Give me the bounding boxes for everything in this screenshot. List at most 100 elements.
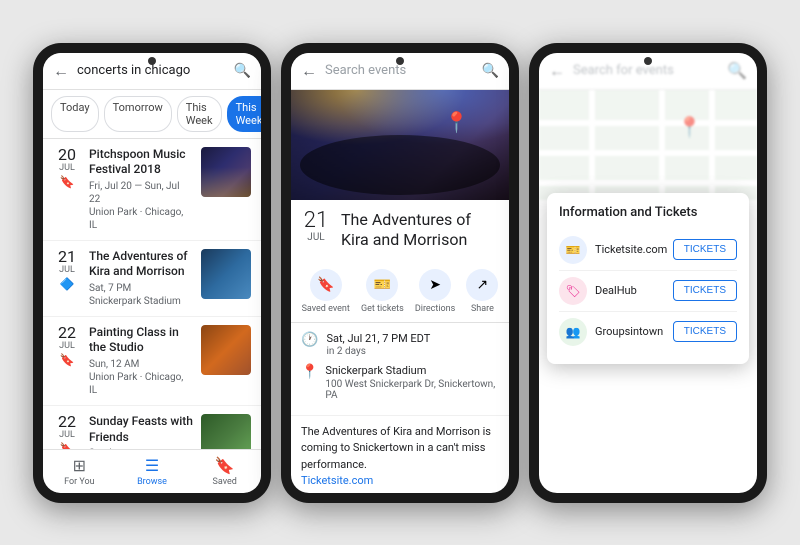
save-event-button[interactable]: 🔖 Saved event (302, 269, 350, 314)
filter-this-weekend[interactable]: This Weekend (227, 96, 261, 132)
nav-saved[interactable]: 🔖 Saved (188, 456, 261, 487)
directions-label: Directions (415, 304, 455, 314)
map-pin-icon: 📍 (444, 110, 469, 134)
map-road (539, 150, 757, 156)
action-buttons: 🔖 Saved event 🎫 Get tickets ➤ Directions… (291, 261, 509, 323)
event-date: 22 JUL 🔖 (53, 325, 81, 367)
back-arrow-icon[interactable]: ← (53, 61, 69, 81)
filter-this-week[interactable]: This Week (177, 96, 222, 132)
get-tickets-label: Get tickets (361, 304, 404, 314)
phone-3-screen: ← Search for events 🔍 📍 2 (539, 53, 757, 493)
event-subtitle: Sat, 7 PMSnickerpark Stadium (89, 282, 193, 308)
ticket-site-name: Ticketsite.com (595, 243, 673, 256)
venue-address: 100 West Snickerpark Dr, Snickertown, PA (325, 379, 499, 401)
month-label: JUL (53, 430, 81, 440)
map-pin-icon: 📍 (677, 115, 702, 139)
phone-2-screen: ← Search events 🔍 (291, 53, 509, 493)
search-bar-2: ← Search events 🔍 (291, 53, 509, 90)
for-you-icon: ⊞ (73, 456, 86, 475)
ticket-site-name: DealHub (595, 284, 673, 297)
bg-search-text: Search for events (573, 63, 727, 78)
directions-icon: ➤ (419, 269, 451, 301)
ticket-row[interactable]: 🎫 Ticketsite.com TICKETS (559, 230, 737, 271)
filter-today[interactable]: Today (51, 96, 99, 132)
bg-search-icon: 🔍 (727, 61, 747, 80)
list-item[interactable]: 21 JUL 🔷 The Adventures of Kira and Morr… (43, 241, 261, 317)
day-number: 22 (53, 414, 81, 430)
list-item[interactable]: 22 JUL 🔖 Painting Class in the Studio Su… (43, 317, 261, 406)
event-title: Sunday Feasts with Friends (89, 414, 193, 445)
get-tickets-icon: 🎫 (366, 269, 398, 301)
tickets-popup: Information and Tickets 🎫 Ticketsite.com… (547, 193, 749, 364)
back-arrow-icon[interactable]: ← (301, 61, 317, 81)
phones-container: ← concerts in chicago 🔍 Today Tomorrow T… (13, 23, 787, 523)
map-road-v (659, 90, 665, 200)
nav-label: Browse (137, 477, 167, 487)
event-thumbnail (201, 325, 251, 375)
dealhub-icon: 🏷 (565, 284, 580, 298)
nav-browse[interactable]: ☰ Browse (116, 456, 189, 487)
nav-label: Saved (213, 477, 237, 487)
groupsintown-button[interactable]: TICKETS (673, 321, 737, 342)
search-placeholder[interactable]: Search events (325, 63, 482, 78)
ticket-row[interactable]: 🏷 DealHub TICKETS (559, 271, 737, 312)
bottom-nav: ⊞ For You ☰ Browse 🔖 Saved (43, 449, 261, 493)
list-item[interactable]: 20 JUL 🔖 Pitchspoon Music Festival 2018 … (43, 139, 261, 241)
event-title: The Adventures of Kira and Morrison (89, 249, 193, 280)
event-day: 21 (301, 210, 331, 232)
event-hero-image: 📍 (291, 90, 509, 200)
dealhub-button[interactable]: TICKETS (673, 280, 737, 301)
filter-tabs: Today Tomorrow This Week This Weekend (43, 90, 261, 139)
event-date: 20 JUL 🔖 (53, 147, 81, 189)
event-datetime-section: 🕐 Sat, Jul 21, 7 PM EDT in 2 days 📍 Snic… (291, 323, 509, 416)
month-label: JUL (53, 163, 81, 173)
browse-icon: ☰ (145, 456, 159, 475)
search-icon[interactable]: 🔍 (482, 63, 499, 79)
share-label: Share (471, 304, 494, 314)
get-tickets-button[interactable]: 🎫 Get tickets (361, 269, 404, 314)
search-icon[interactable]: 🔍 (234, 63, 251, 79)
day-number: 21 (53, 249, 81, 265)
map-area: 📍 (539, 90, 757, 200)
popup-title: Information and Tickets (559, 205, 737, 220)
phone-1: ← concerts in chicago 🔍 Today Tomorrow T… (33, 43, 271, 503)
directions-button[interactable]: ➤ Directions (415, 269, 455, 314)
location-icon: 📍 (301, 364, 317, 380)
month-label: JUL (53, 265, 81, 275)
datetime-text: Sat, Jul 21, 7 PM EDT in 2 days (326, 331, 430, 357)
filter-tomorrow[interactable]: Tomorrow (104, 96, 172, 132)
map-road-v (709, 90, 715, 200)
ticketsite-button[interactable]: TICKETS (673, 239, 737, 260)
map-road-v (589, 90, 595, 200)
search-query[interactable]: concerts in chicago (77, 63, 234, 78)
event-datetime: Sat, Jul 21, 7 PM EDT (326, 331, 430, 346)
event-detail-header: 21 JUL The Adventures of Kira and Morris… (291, 200, 509, 262)
event-date: 21 JUL 🔷 (53, 249, 81, 291)
phone-1-screen: ← concerts in chicago 🔍 Today Tomorrow T… (43, 53, 261, 493)
nav-label: For You (64, 477, 95, 487)
days-away: in 2 days (326, 346, 430, 357)
event-info: Painting Class in the Studio Sun, 12 AMU… (89, 325, 193, 397)
nav-for-you[interactable]: ⊞ For You (43, 456, 116, 487)
search-bar-1: ← concerts in chicago 🔍 (43, 53, 261, 90)
venue-row: 📍 Snickerpark Stadium 100 West Snickerpa… (301, 363, 499, 400)
event-month: JUL (301, 232, 331, 243)
ticketsite-logo: 🎫 (559, 236, 587, 264)
month-label: JUL (53, 341, 81, 351)
ticket-row[interactable]: 👥 Groupsintown TICKETS (559, 312, 737, 352)
event-description: The Adventures of Kira and Morrison is c… (291, 416, 509, 493)
event-title: Painting Class in the Studio (89, 325, 193, 356)
dealhub-logo: 🏷 (559, 277, 587, 305)
description-link[interactable]: Ticketsite.com (301, 474, 373, 487)
share-button[interactable]: ↗ Share (466, 269, 498, 314)
ticket-site-name: Groupsintown (595, 325, 673, 338)
map-road (539, 180, 757, 186)
event-detail-title: The Adventures of Kira and Morrison (341, 210, 499, 252)
bg-back-arrow: ← (549, 61, 565, 81)
detail-date: 21 JUL (301, 210, 331, 243)
groupsintown-logo: 👥 (559, 318, 587, 346)
crowd-svg (291, 90, 509, 200)
concert-thumb-img (201, 147, 251, 197)
event-title: Pitchspoon Music Festival 2018 (89, 147, 193, 178)
event-thumbnail (201, 147, 251, 197)
